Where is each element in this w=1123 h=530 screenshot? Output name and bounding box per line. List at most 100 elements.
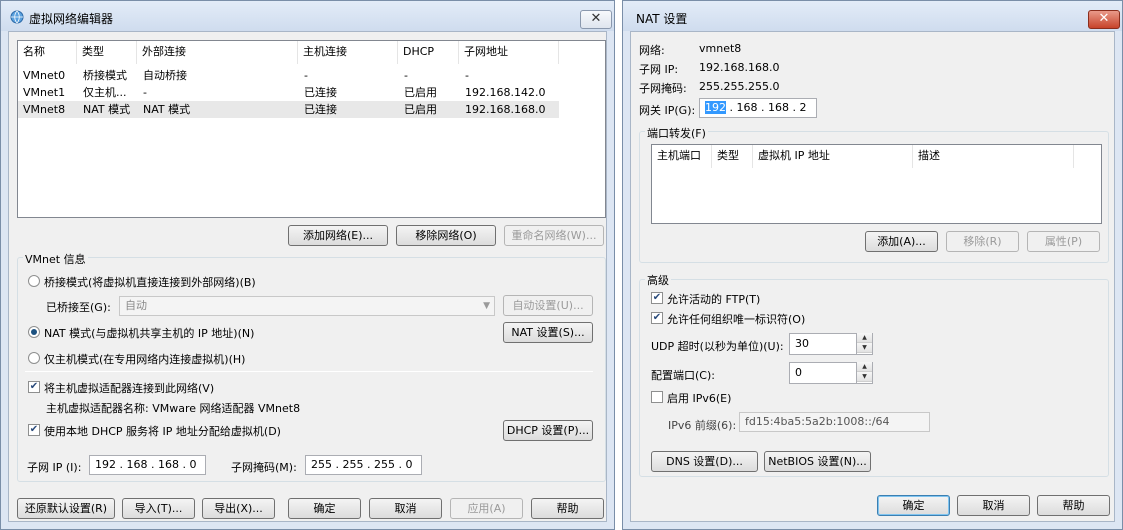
network-label: 网络: bbox=[639, 44, 665, 57]
port-forwarding-table[interactable]: 主机端口 类型 虚拟机 IP 地址 描述 bbox=[651, 144, 1102, 224]
allow-active-ftp-label[interactable]: 允许活动的 FTP(T) bbox=[667, 291, 760, 307]
add-network-button[interactable]: 添加网络(E)... bbox=[288, 225, 388, 246]
column-header-type[interactable]: 类型 bbox=[712, 145, 753, 168]
port-properties-button[interactable]: 属性(P) bbox=[1027, 231, 1100, 252]
network-globe-icon bbox=[10, 10, 24, 24]
ip-octet: 0 bbox=[405, 458, 413, 471]
bridged-mode-label[interactable]: 桥接模式(将虚拟机直接连接到外部网络)(B) bbox=[44, 274, 256, 290]
column-header-host-port[interactable]: 主机端口 bbox=[652, 145, 712, 168]
column-header-vm-ip[interactable]: 虚拟机 IP 地址 bbox=[753, 145, 913, 168]
enable-ipv6-checkbox[interactable] bbox=[651, 391, 663, 403]
bridged-mode-radio[interactable] bbox=[28, 275, 40, 287]
subnet-mask-value: 255.255.255.0 bbox=[699, 80, 780, 93]
network-table[interactable]: 名称 类型 外部连接 主机连接 DHCP 子网地址 VMnet0 桥接模式 自动… bbox=[17, 40, 606, 218]
import-button[interactable]: 导入(T)... bbox=[122, 498, 195, 519]
title-bar[interactable]: NAT 设置 ✕ bbox=[623, 1, 1122, 31]
ipv6-prefix-input[interactable]: fd15:4ba5:5a2b:1008::/64 bbox=[739, 412, 930, 432]
ok-button[interactable]: 确定 bbox=[288, 498, 361, 519]
dhcp-settings-button[interactable]: DHCP 设置(P)... bbox=[503, 420, 593, 441]
use-dhcp-checkbox[interactable]: ✔ bbox=[28, 424, 40, 436]
cell-type: 桥接模式 bbox=[83, 69, 127, 82]
cell-external: 自动桥接 bbox=[143, 69, 187, 82]
column-header-host[interactable]: 主机连接 bbox=[298, 41, 398, 64]
spin-up-icon[interactable]: ▲ bbox=[857, 362, 872, 372]
column-header-dhcp[interactable]: DHCP bbox=[398, 41, 459, 64]
table-row[interactable]: VMnet0 桥接模式 自动桥接 - - - bbox=[18, 67, 559, 84]
bridged-to-value: 自动 bbox=[125, 299, 147, 312]
spin-up-icon[interactable]: ▲ bbox=[857, 333, 872, 343]
close-button[interactable]: ✕ bbox=[1088, 10, 1120, 29]
apply-button[interactable]: 应用(A) bbox=[450, 498, 523, 519]
bridged-to-select[interactable]: 自动 ▼ bbox=[119, 296, 495, 316]
add-port-button[interactable]: 添加(A)... bbox=[865, 231, 938, 252]
ip-octet-selected: 192 bbox=[705, 101, 726, 114]
window-title: 虚拟网络编辑器 bbox=[29, 12, 114, 26]
close-button[interactable]: ✕ bbox=[580, 10, 612, 29]
ip-octet: 2 bbox=[799, 101, 807, 114]
ok-button[interactable]: 确定 bbox=[877, 495, 950, 516]
rename-network-button[interactable]: 重命名网络(W)... bbox=[504, 225, 604, 246]
divider bbox=[25, 371, 593, 372]
cell-name: VMnet8 bbox=[23, 103, 66, 116]
gateway-ip-input[interactable]: 192 . 168 . 168 . 2 bbox=[699, 98, 817, 118]
use-dhcp-label[interactable]: 使用本地 DHCP 服务将 IP 地址分配给虚拟机(D) bbox=[44, 423, 281, 439]
enable-ipv6-label[interactable]: 启用 IPv6(E) bbox=[667, 390, 731, 406]
cell-subnet: 192.168.142.0 bbox=[465, 86, 546, 99]
title-bar[interactable]: 虚拟网络编辑器 ✕ bbox=[1, 1, 614, 31]
column-header-description[interactable]: 描述 bbox=[913, 145, 1074, 168]
ip-octet: 255 bbox=[342, 458, 364, 471]
table-row[interactable]: VMnet1 仅主机... - 已连接 已启用 192.168.142.0 bbox=[18, 84, 559, 101]
chevron-down-icon: ▼ bbox=[483, 301, 490, 311]
udp-timeout-spinner[interactable]: ▲ ▼ bbox=[856, 333, 872, 355]
cancel-button[interactable]: 取消 bbox=[369, 498, 442, 519]
column-header-name[interactable]: 名称 bbox=[18, 41, 77, 64]
allow-any-oui-label[interactable]: 允许任何组织唯一标识符(O) bbox=[667, 311, 805, 327]
udp-timeout-value: 30 bbox=[795, 337, 809, 350]
remove-port-button[interactable]: 移除(R) bbox=[946, 231, 1019, 252]
adapter-name-text: 主机虚拟适配器名称: VMware 网络适配器 VMnet8 bbox=[46, 402, 301, 415]
dialog-body: 名称 类型 外部连接 主机连接 DHCP 子网地址 VMnet0 桥接模式 自动… bbox=[8, 31, 607, 522]
restore-defaults-button[interactable]: 还原默认设置(R) bbox=[17, 498, 115, 519]
spin-down-icon[interactable]: ▼ bbox=[857, 343, 872, 353]
column-header-external[interactable]: 外部连接 bbox=[137, 41, 298, 64]
subnet-mask-label: 子网掩码(M): bbox=[231, 461, 297, 474]
allow-any-oui-checkbox[interactable]: ✔ bbox=[651, 312, 663, 324]
help-button[interactable]: 帮助 bbox=[531, 498, 604, 519]
checkmark-icon: ✔ bbox=[652, 292, 662, 303]
connect-host-adapter-checkbox[interactable]: ✔ bbox=[28, 381, 40, 393]
nat-settings-button[interactable]: NAT 设置(S)... bbox=[503, 322, 593, 343]
config-port-label: 配置端口(C): bbox=[651, 369, 715, 382]
dns-settings-button[interactable]: DNS 设置(D)... bbox=[651, 451, 758, 472]
spin-down-icon[interactable]: ▼ bbox=[857, 372, 872, 382]
connect-host-adapter-label[interactable]: 将主机虚拟适配器连接到此网络(V) bbox=[44, 380, 214, 396]
ipv6-prefix-label: IPv6 前缀(6): bbox=[668, 419, 737, 432]
column-header-subnet[interactable]: 子网地址 bbox=[459, 41, 559, 64]
subnet-ip-input[interactable]: 192 . 168 . 168 . 0 bbox=[89, 455, 206, 475]
cancel-button[interactable]: 取消 bbox=[957, 495, 1030, 516]
subnet-mask-input[interactable]: 255 . 255 . 255 . 0 bbox=[305, 455, 422, 475]
nat-mode-label[interactable]: NAT 模式(与虚拟机共享主机的 IP 地址)(N) bbox=[44, 325, 254, 341]
table-row-selected[interactable]: VMnet8 NAT 模式 NAT 模式 已连接 已启用 192.168.168… bbox=[18, 101, 559, 118]
cell-dhcp: 已启用 bbox=[404, 103, 437, 116]
netbios-settings-button[interactable]: NetBIOS 设置(N)... bbox=[764, 451, 871, 472]
ip-octet: 168 bbox=[126, 458, 148, 471]
column-header-type[interactable]: 类型 bbox=[77, 41, 137, 64]
nat-mode-radio[interactable] bbox=[28, 326, 40, 338]
checkmark-icon: ✔ bbox=[29, 424, 39, 435]
config-port-spinner[interactable]: ▲ ▼ bbox=[856, 362, 872, 384]
udp-timeout-input[interactable]: 30 ▲ ▼ bbox=[789, 333, 873, 355]
host-only-mode-radio[interactable] bbox=[28, 352, 40, 364]
help-button[interactable]: 帮助 bbox=[1037, 495, 1110, 516]
remove-network-button[interactable]: 移除网络(O) bbox=[396, 225, 496, 246]
udp-timeout-label: UDP 超时(以秒为单位)(U): bbox=[651, 340, 784, 353]
export-button[interactable]: 导出(X)... bbox=[202, 498, 275, 519]
host-only-mode-label[interactable]: 仅主机模式(在专用网络内连接虚拟机)(H) bbox=[44, 351, 245, 367]
config-port-value: 0 bbox=[795, 366, 802, 379]
cell-host: 已连接 bbox=[304, 86, 337, 99]
vmnet-info-group bbox=[17, 257, 606, 482]
advanced-title: 高级 bbox=[645, 272, 671, 288]
allow-active-ftp-checkbox[interactable]: ✔ bbox=[651, 292, 663, 304]
gateway-ip-label: 网关 IP(G): bbox=[639, 104, 696, 117]
config-port-input[interactable]: 0 ▲ ▼ bbox=[789, 362, 873, 384]
auto-settings-button[interactable]: 自动设置(U)... bbox=[503, 295, 593, 316]
